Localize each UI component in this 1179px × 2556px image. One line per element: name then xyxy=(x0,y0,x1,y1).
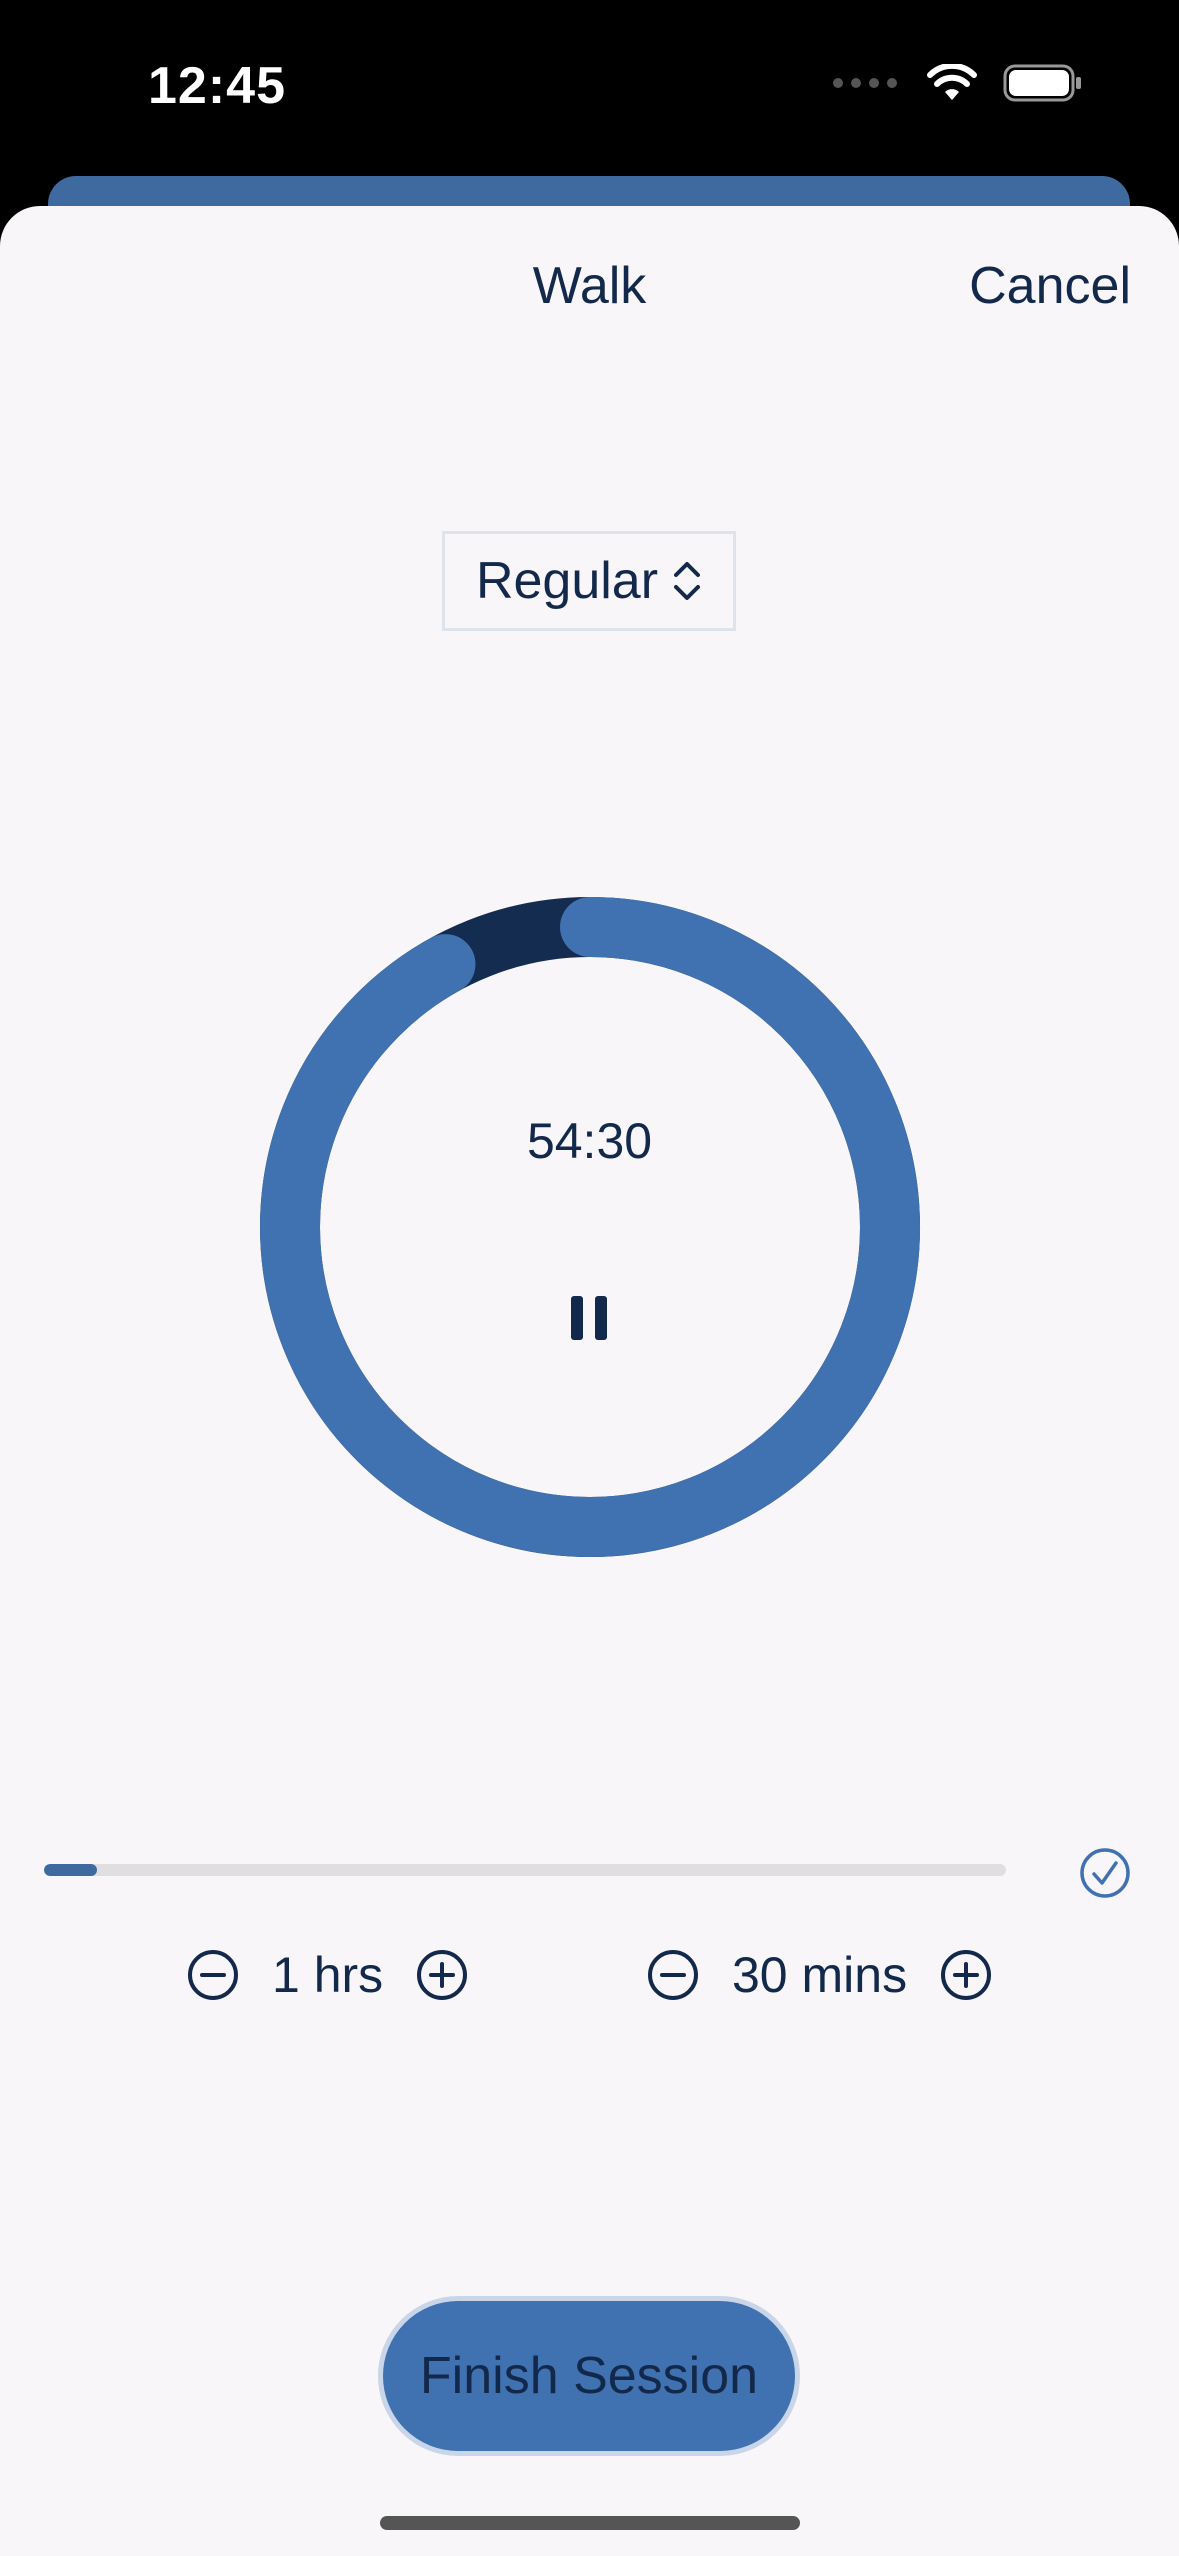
status-indicators xyxy=(833,64,1083,102)
hours-stepper: 1 hrs xyxy=(186,1940,469,2010)
timer-display: 54:30 xyxy=(526,1113,653,1169)
checkmark-circle-icon[interactable] xyxy=(1078,1846,1132,1900)
mode-picker-value: Regular xyxy=(475,552,659,610)
chevron-up-down-icon xyxy=(674,562,701,600)
cancel-button[interactable]: Cancel xyxy=(969,256,1131,316)
minutes-stepper: 30 mins xyxy=(646,1940,993,2010)
battery-icon xyxy=(1003,64,1081,102)
hours-value: 1 hrs xyxy=(272,1947,384,2003)
minus-circle-icon[interactable] xyxy=(186,1948,240,2002)
wifi-icon xyxy=(927,64,977,100)
goal-progress-bar xyxy=(44,1864,1006,1876)
plus-circle-icon[interactable] xyxy=(415,1948,469,2002)
minus-circle-icon[interactable] xyxy=(646,1948,700,2002)
mode-picker[interactable]: Regular xyxy=(442,531,736,631)
minutes-value: 30 mins xyxy=(732,1947,908,2003)
status-time: 12:45 xyxy=(148,57,286,115)
plus-circle-icon[interactable] xyxy=(939,1948,993,2002)
finish-session-button[interactable]: Finish Session xyxy=(378,2296,800,2456)
goal-progress-fill xyxy=(44,1864,97,1876)
signal-dots xyxy=(833,78,897,88)
pause-icon[interactable] xyxy=(563,1290,615,1346)
finish-session-label: Finish Session xyxy=(419,2347,759,2405)
home-indicator[interactable] xyxy=(380,2516,800,2530)
screen: 12:45 Walk Cancel Regular 54:30 1 hrs 30… xyxy=(0,0,1179,2556)
